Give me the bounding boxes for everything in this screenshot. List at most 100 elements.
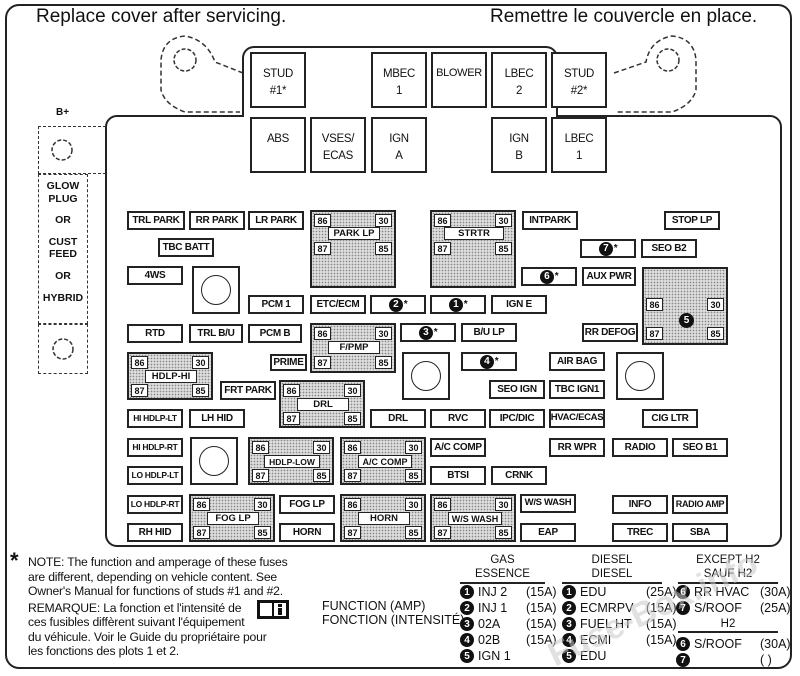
- fuse-stop-lp[interactable]: STOP LP: [664, 211, 720, 230]
- fuse-radio[interactable]: RADIO: [612, 438, 668, 457]
- fuse-seo-b1[interactable]: SEO B1: [672, 438, 728, 457]
- fuse-ws-wash[interactable]: W/S WASH: [520, 494, 576, 513]
- fuse-7[interactable]: 7 *: [580, 239, 636, 258]
- note-line: Owner's Manual for functions of studs #1…: [28, 584, 283, 598]
- stud1-hole-icon: [173, 48, 197, 72]
- fuse-1[interactable]: 1 *: [430, 295, 486, 314]
- fuse-aux-pwr[interactable]: AUX PWR: [582, 267, 636, 286]
- function-amp-label: FUNCTION (AMP) FONCTION (INTENSITÉ): [322, 599, 464, 627]
- fuse-tbc-batt[interactable]: TBC BATT: [158, 238, 214, 257]
- pin-86: 86: [646, 298, 663, 311]
- fuse-trl-bu[interactable]: TRL B/U: [189, 324, 243, 343]
- fuse-etc-ecm[interactable]: ETC/ECM: [310, 295, 366, 314]
- legend-gas-row: 2 INJ 1 (15A): [460, 601, 557, 615]
- fuse-rr-park[interactable]: RR PARK: [189, 211, 245, 230]
- fuse-amp: (15A): [646, 633, 677, 647]
- fuse-rh-hid[interactable]: RH HID: [127, 523, 183, 542]
- fuse-lo-hdlp-rt[interactable]: LO HDLP-RT: [127, 495, 183, 514]
- lbec2-block[interactable]: LBEC 2: [491, 52, 547, 108]
- blower-block[interactable]: BLOWER: [431, 52, 487, 108]
- fuse-4ws[interactable]: 4WS: [127, 266, 183, 285]
- fuse-rtd[interactable]: RTD: [127, 324, 183, 343]
- side-line: OR: [55, 214, 71, 227]
- fuse-tbc-ign1[interactable]: TBC IGN1: [549, 380, 605, 399]
- fuse-3[interactable]: 3 *: [400, 323, 456, 342]
- fuse-radio-amp[interactable]: RADIO AMP: [672, 495, 728, 514]
- fuse-frt-park[interactable]: FRT PARK: [220, 381, 276, 400]
- asterisk: *: [554, 270, 559, 282]
- fuse-hvac-ecas[interactable]: HVAC/ECAS: [549, 409, 605, 428]
- lbec1-label: LBEC: [564, 133, 594, 145]
- fuse-sba[interactable]: SBA: [672, 523, 728, 542]
- legend-heading: DIESEL: [591, 554, 633, 566]
- fuse-ign-e[interactable]: IGN E: [491, 295, 547, 314]
- fuse-hi-hdlp-lt[interactable]: HI HDLP-LT: [127, 409, 183, 428]
- relay-f-pmp[interactable]: 86 30 F/PMP 87 85: [310, 323, 396, 373]
- fuse-lr-park[interactable]: LR PARK: [248, 211, 304, 230]
- relay-strtr[interactable]: 86 30 STRTR 87 85: [430, 210, 516, 288]
- fuse-trec[interactable]: TREC: [612, 523, 668, 542]
- fuse-intpark[interactable]: INTPARK: [522, 211, 578, 230]
- legend-heading: DIESEL: [591, 568, 633, 580]
- fuse-eap[interactable]: EAP: [520, 523, 576, 542]
- relay-a-c-comp[interactable]: 86 30 A/C COMP 87 85: [340, 437, 426, 485]
- pin-30: 30: [707, 298, 724, 311]
- ign-b-block[interactable]: IGN B: [491, 117, 547, 173]
- number-6-icon: 6: [539, 269, 554, 284]
- fuse-seo-b2[interactable]: SEO B2: [641, 239, 697, 258]
- fuse-crnk[interactable]: CRNK: [491, 466, 547, 485]
- note-line: du véhicule. Voir le Guide du propriétai…: [28, 629, 267, 644]
- pin-87: 87: [283, 412, 300, 425]
- fuse-btsi[interactable]: BTSI: [430, 466, 486, 485]
- fuse-name: S/ROOF: [694, 637, 742, 651]
- fuse-horn[interactable]: HORN: [279, 523, 335, 542]
- fuse-prime[interactable]: PRIME: [270, 354, 307, 371]
- pin-30: 30: [192, 356, 209, 369]
- fuse-lh-hid[interactable]: LH HID: [189, 409, 245, 428]
- fuse-air-bag[interactable]: AIR BAG: [549, 352, 605, 371]
- bolt-hole-icon: [201, 275, 231, 305]
- relay-label: PARK LP: [328, 227, 380, 240]
- pin-85: 85: [375, 356, 392, 369]
- number-icon: 4: [460, 633, 474, 647]
- relay-ws-wash[interactable]: 86 30 W/S WASH 87 85: [430, 494, 516, 542]
- relay-horn[interactable]: 86 30 HORN 87 85: [340, 494, 426, 542]
- fuse-rvc[interactable]: RVC: [430, 409, 486, 428]
- fuse-cig-ltr[interactable]: CIG LTR: [642, 409, 698, 428]
- vses-ecas-block[interactable]: VSES/ECAS: [310, 117, 366, 173]
- fuse-ipc-dic[interactable]: IPC/DIC: [489, 409, 545, 428]
- fuse-2[interactable]: 2 *: [370, 295, 426, 314]
- relay-fog-lp[interactable]: 86 30 FOG LP 87 85: [189, 494, 275, 542]
- fuse-seo-ign[interactable]: SEO IGN: [489, 380, 545, 399]
- fuse-6[interactable]: 6 *: [521, 267, 577, 286]
- relay-hdlp-low[interactable]: 86 30 HDLP-LOW 87 85: [248, 437, 334, 485]
- fuse-pcm-b[interactable]: PCM B: [248, 324, 302, 343]
- stud1-block[interactable]: STUD #1*: [250, 52, 306, 108]
- fuse-amp: (25A): [760, 601, 791, 615]
- fuse-trl-park[interactable]: TRL PARK: [127, 211, 185, 230]
- fuse-rr-defog[interactable]: RR DEFOG: [582, 323, 638, 342]
- fuse-a-c-comp[interactable]: A/C COMP: [430, 438, 486, 457]
- lbec1-block[interactable]: LBEC 1: [551, 117, 607, 173]
- fuse-info[interactable]: INFO: [612, 495, 668, 514]
- relay-5[interactable]: 86 30 5 87 85: [642, 267, 728, 345]
- abs-block[interactable]: ABS: [250, 117, 306, 173]
- relay-park-lp[interactable]: 86 30 PARK LP 87 85: [310, 210, 396, 288]
- relay-hdlp-hi[interactable]: 86 30 HDLP-HI 87 85: [127, 352, 213, 400]
- pin-85: 85: [495, 242, 512, 255]
- fuse-drl[interactable]: DRL: [370, 409, 426, 428]
- mounting-hole: [616, 352, 664, 400]
- fuse-rr-wpr[interactable]: RR WPR: [549, 438, 605, 457]
- mbec1-block[interactable]: MBEC 1: [371, 52, 427, 108]
- stud2-block[interactable]: STUD #2*: [551, 52, 607, 108]
- fuse-pcm1[interactable]: PCM 1: [248, 295, 304, 314]
- pin-85: 85: [405, 526, 422, 539]
- fuse-fog-lp[interactable]: FOG LP: [279, 495, 335, 514]
- fuse-4[interactable]: 4 *: [461, 352, 517, 371]
- fuse-bu-lp[interactable]: B/U LP: [461, 323, 517, 342]
- ign-a-block[interactable]: IGN A: [371, 117, 427, 173]
- note-text: NOTE: The function and amperage of these…: [28, 555, 288, 659]
- relay-drl[interactable]: 86 30 DRL 87 85: [279, 380, 365, 428]
- fuse-lo-hdlp-lt[interactable]: LO HDLP-LT: [127, 466, 183, 485]
- fuse-hi-hdlp-rt[interactable]: HI HDLP-RT: [127, 438, 183, 457]
